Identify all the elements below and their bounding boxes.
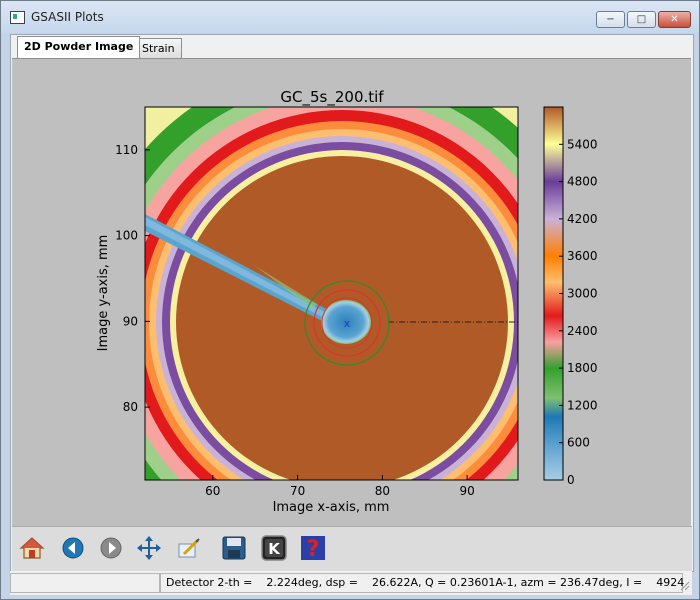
colorbar-axis: 0 600 1200 1800 2400 3000 3600 4200 4800 5400 — [559, 137, 598, 487]
y-tick-label: 80 — [123, 400, 138, 414]
pan-button[interactable] — [136, 535, 162, 561]
save-button[interactable] — [221, 535, 247, 561]
plot-canvas[interactable]: GC_5s_200.tif x 60 70 80 90 80 90 100 11… — [12, 58, 691, 526]
app-icon — [10, 11, 25, 24]
status-bar: Detector 2-th = 2.224deg, dsp = 26.622A,… — [10, 571, 692, 595]
configure-subplots-icon — [178, 538, 200, 558]
minimize-button[interactable]: − — [596, 11, 625, 28]
home-icon — [19, 537, 45, 559]
svg-text:?: ? — [307, 537, 320, 561]
colorbar-tick-label: 1200 — [567, 398, 598, 412]
notebook: Strain 2D Powder Image GC_5s_200.tif x 6… — [10, 34, 694, 572]
status-field-empty — [10, 573, 160, 593]
title-bar[interactable]: GSASII Plots − □ ✕ — [1, 1, 699, 33]
colorbar-tick-label: 4200 — [567, 212, 598, 226]
y-tick-label: 100 — [115, 229, 138, 243]
forward-icon — [100, 537, 122, 559]
window-title: GSASII Plots — [31, 10, 104, 24]
minimize-icon: − — [606, 14, 615, 25]
colorbar-tick-label: 4800 — [567, 175, 598, 189]
help-icon: ? — [301, 536, 325, 562]
k-key-button[interactable]: K — [261, 535, 287, 561]
image-plot[interactable]: GC_5s_200.tif x 60 70 80 90 8090100110 I… — [12, 59, 691, 526]
x-tick-label: 60 — [205, 484, 220, 498]
configure-subplots-button[interactable] — [176, 535, 202, 561]
x-tick-label: 80 — [375, 484, 390, 498]
tab-2d-powder-image[interactable]: 2D Powder Image — [17, 36, 141, 59]
beam-center-marker: x — [344, 317, 351, 330]
colorbar-tick-label: 3000 — [567, 287, 598, 301]
plot-title: GC_5s_200.tif — [280, 88, 384, 107]
colorbar-tick-label: 600 — [567, 436, 590, 450]
k-key-icon: K — [261, 535, 287, 561]
colorbar-tick-label: 5400 — [567, 137, 598, 151]
maximize-icon: □ — [636, 14, 647, 25]
save-icon — [222, 536, 246, 560]
help-button[interactable]: ? — [300, 535, 326, 562]
forward-button[interactable] — [98, 535, 124, 561]
cursor-readout: Detector 2-th = 2.224deg, dsp = 26.622A,… — [160, 573, 684, 593]
resize-grip-icon[interactable] — [678, 579, 690, 591]
close-icon: ✕ — [670, 14, 679, 25]
colorbar-tick-label: 1800 — [567, 361, 598, 375]
x-axis-label: Image x-axis, mm — [273, 500, 390, 515]
close-button[interactable]: ✕ — [658, 11, 691, 28]
maximize-button[interactable]: □ — [627, 11, 656, 28]
colorbar-tick-label: 2400 — [567, 324, 598, 338]
back-button[interactable] — [60, 535, 86, 561]
y-tick-label: 110 — [115, 143, 138, 157]
x-tick-label: 70 — [290, 484, 305, 498]
plot-window: GSASII Plots − □ ✕ Strain 2D Powder Imag… — [0, 0, 700, 600]
tab-strain[interactable]: Strain — [135, 38, 182, 58]
pan-icon — [137, 536, 161, 560]
tab-strip: Strain 2D Powder Image — [11, 35, 693, 59]
y-axis-label: Image y-axis, mm — [96, 235, 111, 352]
back-icon — [62, 537, 84, 559]
navigation-toolbar: K ? — [12, 526, 692, 571]
x-tick-label: 90 — [459, 484, 474, 498]
colorbar-tick-label: 3600 — [567, 249, 598, 263]
svg-text:K: K — [268, 540, 281, 558]
home-button[interactable] — [19, 535, 45, 561]
colorbar-tick-label: 0 — [567, 473, 575, 487]
y-tick-label: 90 — [123, 314, 138, 328]
